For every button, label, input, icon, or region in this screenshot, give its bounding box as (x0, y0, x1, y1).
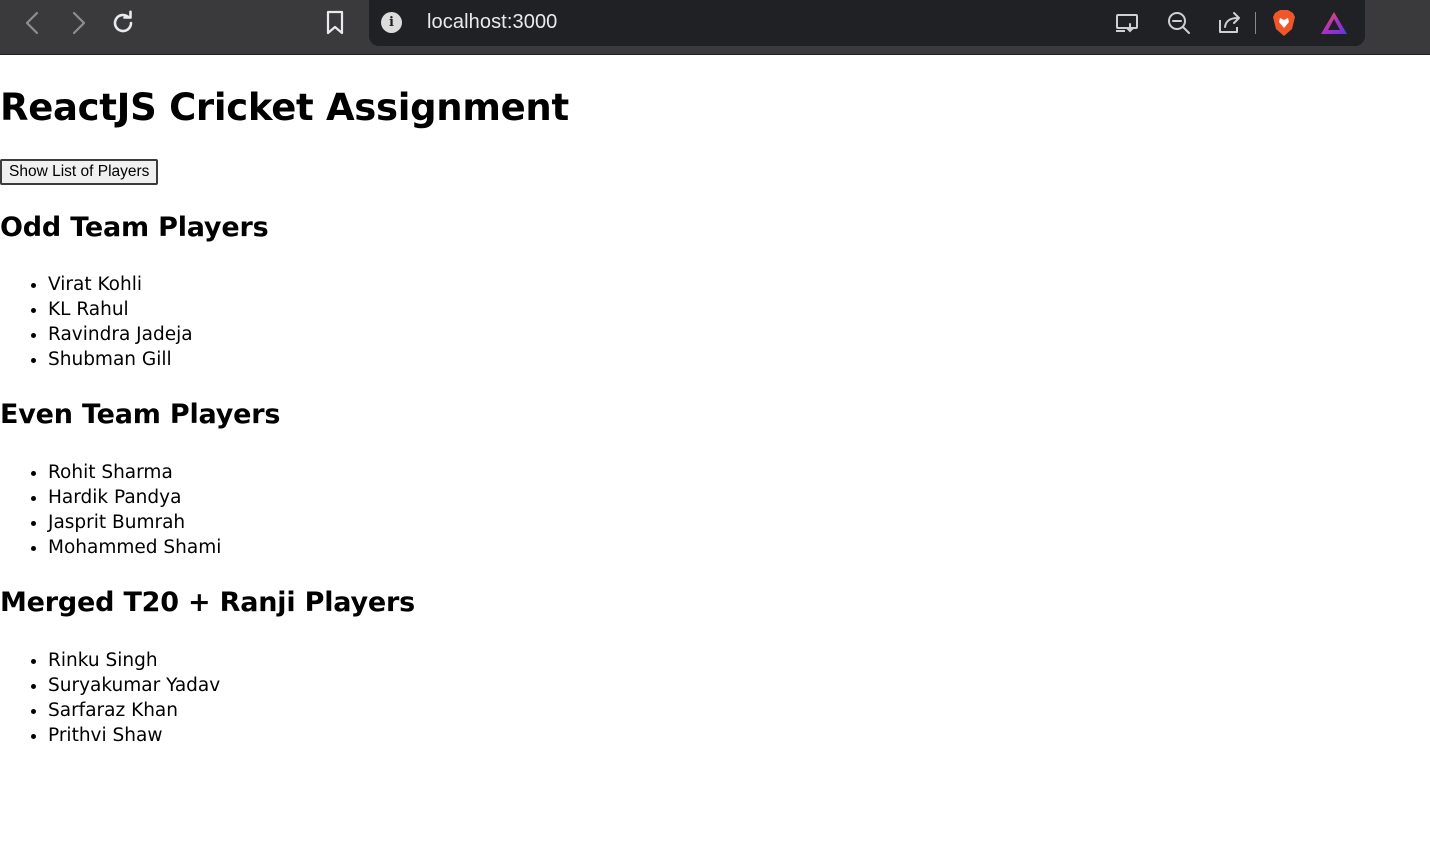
list-item: Mohammed Shami (48, 535, 221, 560)
list-item: Rinku Singh (48, 648, 220, 673)
reload-icon[interactable] (108, 8, 138, 38)
list-item: Ravindra Jadeja (48, 322, 193, 347)
forward-arrow-icon[interactable] (63, 8, 93, 38)
back-arrow-icon[interactable] (18, 8, 48, 38)
odd-team-heading: Odd Team Players (0, 212, 269, 243)
list-item: Shubman Gill (48, 347, 193, 372)
list-item: Suryakumar Yadav (48, 673, 220, 698)
merged-players-heading: Merged T20 + Ranji Players (0, 587, 415, 618)
toolbar-divider (1255, 12, 1256, 34)
browser-toolbar: i localhost:3000 (0, 0, 1430, 55)
list-item: Virat Kohli (48, 272, 193, 297)
even-team-list: Rohit Sharma Hardik Pandya Jasprit Bumra… (0, 460, 221, 560)
info-icon[interactable]: i (381, 12, 402, 33)
zoom-out-icon[interactable] (1164, 8, 1194, 38)
url-text[interactable]: localhost:3000 (427, 11, 557, 34)
list-item: Rohit Sharma (48, 460, 221, 485)
list-item: Prithvi Shaw (48, 723, 220, 748)
merged-players-list: Rinku Singh Suryakumar Yadav Sarfaraz Kh… (0, 648, 220, 748)
brave-rewards-icon[interactable] (1319, 8, 1349, 38)
list-item: Hardik Pandya (48, 485, 221, 510)
share-icon[interactable] (1215, 8, 1245, 38)
show-players-button[interactable]: Show List of Players (0, 159, 159, 185)
bookmark-icon[interactable] (320, 8, 350, 38)
cast-install-icon[interactable] (1113, 8, 1143, 38)
even-team-heading: Even Team Players (0, 399, 281, 430)
odd-team-list: Virat Kohli KL Rahul Ravindra Jadeja Shu… (0, 272, 193, 372)
list-item: Jasprit Bumrah (48, 510, 221, 535)
page-title: ReactJS Cricket Assignment (0, 86, 569, 129)
list-item: Sarfaraz Khan (48, 698, 220, 723)
address-bar[interactable]: i localhost:3000 (369, 0, 1365, 46)
brave-shields-icon[interactable] (1269, 8, 1299, 38)
list-item: KL Rahul (48, 297, 193, 322)
